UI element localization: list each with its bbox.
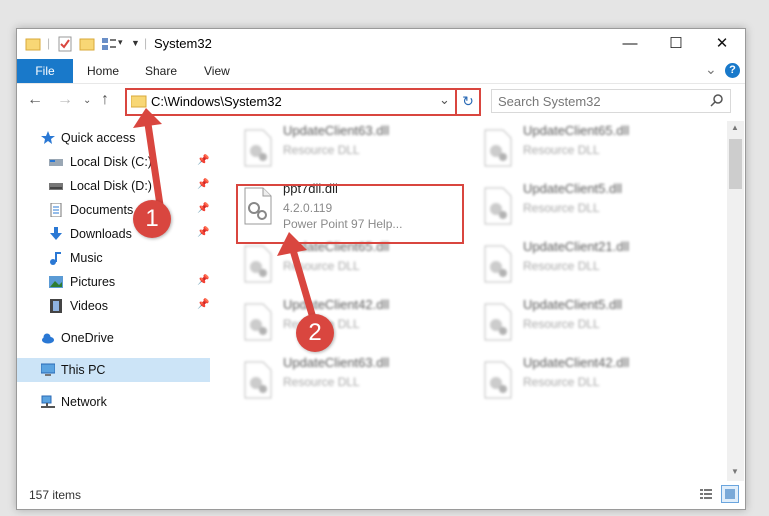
- arrow-1-head: [133, 108, 162, 128]
- callout-badge-2: 2: [296, 314, 334, 352]
- arrow-2: [289, 246, 317, 322]
- callout-arrows: [133, 108, 317, 322]
- arrow-1: [144, 120, 164, 209]
- callout-badge-1: 1: [133, 200, 171, 238]
- arrow-2-head: [277, 232, 307, 256]
